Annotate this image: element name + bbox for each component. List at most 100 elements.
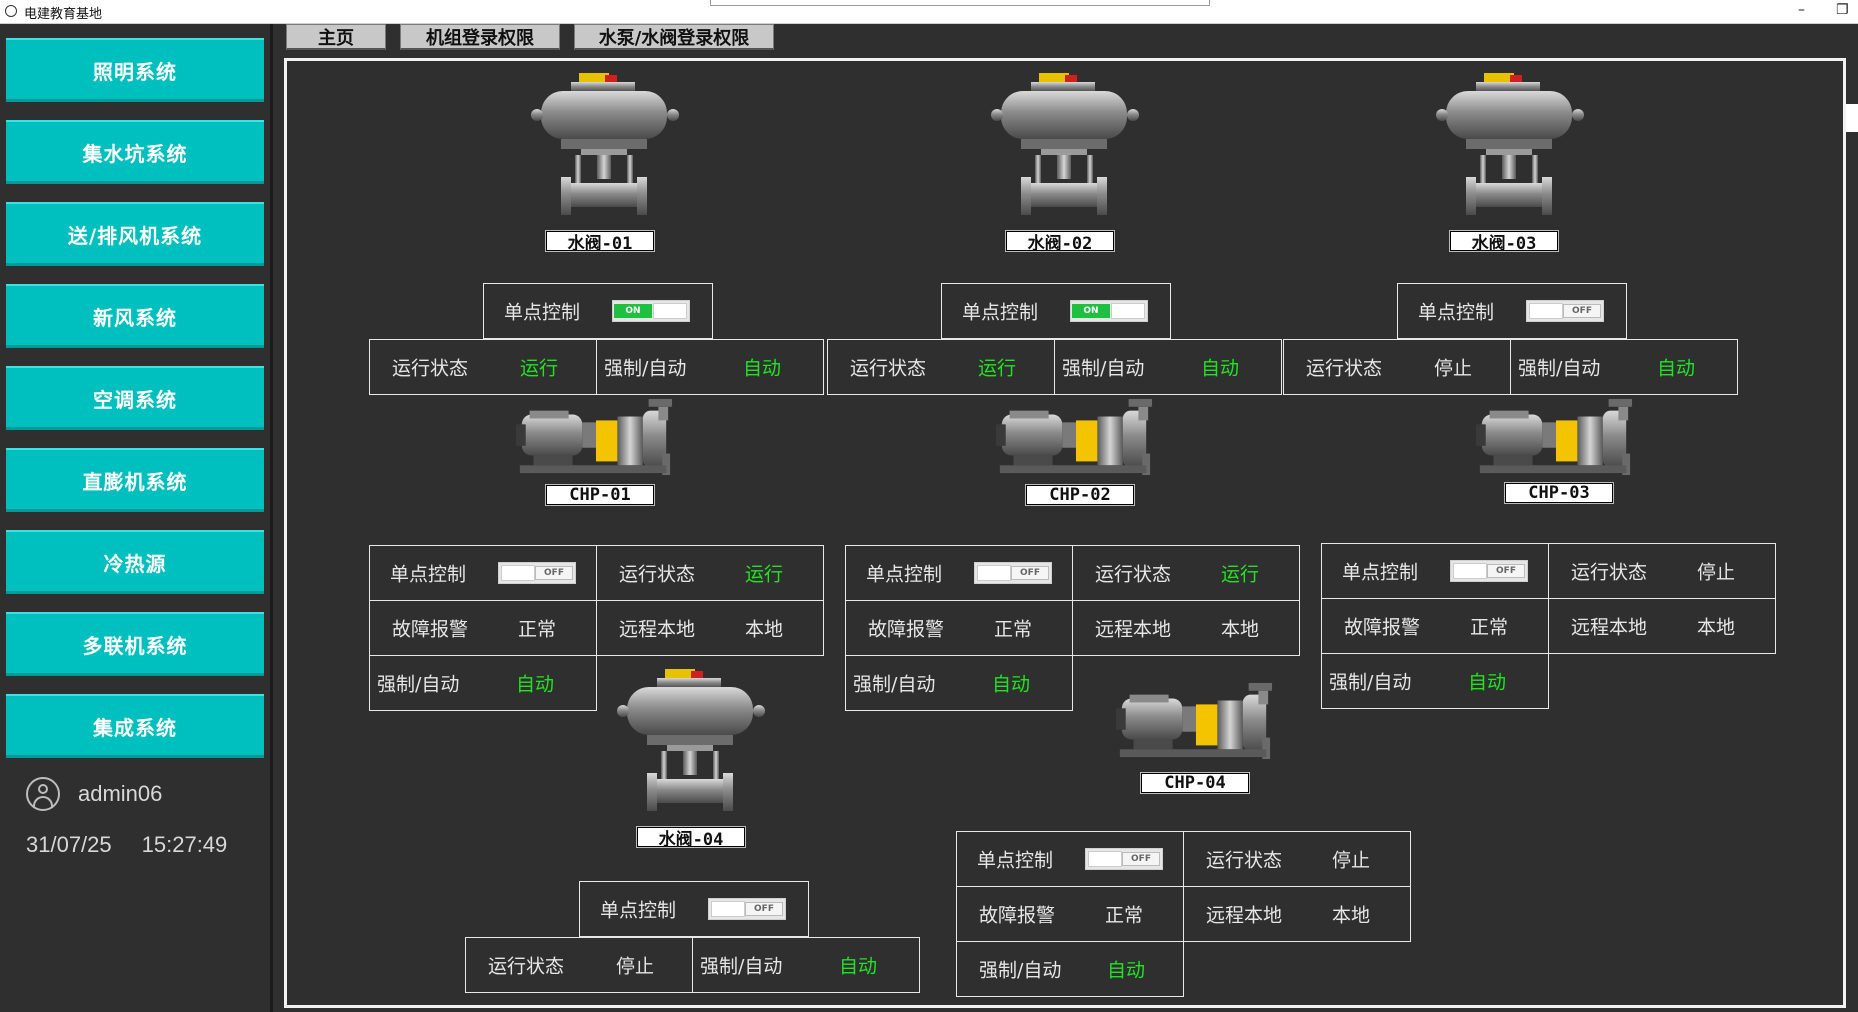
force-auto-label: 强制/自动 [700,955,783,978]
date-text: 31/07/25 [26,832,112,857]
run-status-label: 运行状态 [1206,849,1283,872]
valve-02-force-value: 自动 [1201,357,1240,380]
pump-02-icon [995,398,1153,476]
valve-03-label: 水阀-03 [1450,231,1558,254]
sidebar-item-ventilation[interactable]: 送/排风机系统 [6,202,264,266]
pump-01-force-value: 自动 [516,673,555,696]
pump-04-run-status: 运行状态 停止 [1183,831,1411,887]
valve-02-force-auto: 强制/自动 自动 [1054,339,1282,395]
single-control-label: 单点控制 [866,563,943,586]
pump-04-label: CHP-04 [1141,773,1249,793]
sidebar-item-vrf[interactable]: 多联机系统 [6,612,264,676]
valve-03-run-status: 运行状态 停止 [1283,339,1511,395]
pump-01-fault-value: 正常 [518,618,557,641]
restore-button[interactable]: ❐ [1836,2,1849,18]
run-status-label: 运行状态 [1306,357,1383,380]
single-control-label: 单点控制 [1342,561,1419,584]
remote-local-label: 远程本地 [619,618,696,641]
valve-01-icon [531,73,679,215]
time-text: 15:27:49 [141,832,228,857]
valve-03-toggle[interactable]: OFF [1526,300,1604,322]
valve-01-toggle[interactable]: ON [612,300,690,322]
minimize-button[interactable]: – [1798,2,1805,18]
valve-04-single-control: 单点控制 OFF [579,881,809,937]
pump-02-single-control: 单点控制 OFF [845,545,1073,601]
valve-01-run-status: 运行状态 运行 [369,339,597,395]
valve-01-force-value: 自动 [743,357,782,380]
single-control-label: 单点控制 [390,563,467,586]
valve-02-run-status: 运行状态 运行 [827,339,1055,395]
pump-04-icon [1115,682,1273,760]
run-status-label: 运行状态 [619,563,696,586]
pump-02-remote-local: 远程本地 本地 [1072,600,1300,656]
pump-03-label: CHP-03 [1505,483,1613,503]
sidebar-item-integration[interactable]: 集成系统 [6,694,264,758]
sidebar-item-fresh-air[interactable]: 新风系统 [6,284,264,348]
pump-04-force-value: 自动 [1107,959,1146,982]
pump-04-fault: 故障报警 正常 [956,886,1184,942]
sidebar: 照明系统 集水坑系统 送/排风机系统 新风系统 空调系统 直膨机系统 冷热源 多… [0,24,273,1012]
run-status-label: 运行状态 [392,357,469,380]
pump-02-run-value: 运行 [1221,563,1260,586]
pump-03-fault-value: 正常 [1470,616,1509,639]
pump-01-single-control: 单点控制 OFF [369,545,597,601]
force-auto-label: 强制/自动 [853,673,936,696]
remote-local-label: 远程本地 [1571,616,1648,639]
pump-03-run-status: 运行状态 停止 [1548,543,1776,599]
pump-01-toggle[interactable]: OFF [498,562,576,584]
single-control-label: 单点控制 [977,849,1054,872]
sidebar-item-lighting[interactable]: 照明系统 [6,38,264,102]
tab-home[interactable]: 主页 [286,24,386,50]
valve-03-icon [1436,73,1584,215]
remote-local-label: 远程本地 [1095,618,1172,641]
pump-02-remote-value: 本地 [1221,618,1260,641]
pump-03-toggle[interactable]: OFF [1450,560,1528,582]
window-title: 电建教育基地 [24,7,103,22]
valve-04-force-auto: 强制/自动 自动 [692,937,920,993]
fault-label: 故障报警 [392,618,469,641]
valve-01-run-value: 运行 [520,357,559,380]
pump-02-toggle[interactable]: OFF [974,562,1052,584]
force-auto-label: 强制/自动 [1329,671,1412,694]
sidebar-item-dx-unit[interactable]: 直膨机系统 [6,448,264,512]
single-control-label: 单点控制 [600,899,677,922]
force-auto-label: 强制/自动 [377,673,460,696]
valve-02-icon [991,73,1139,215]
valve-02-run-value: 运行 [978,357,1017,380]
sidebar-item-sump[interactable]: 集水坑系统 [6,120,264,184]
force-auto-label: 强制/自动 [1518,357,1601,380]
valve-02-toggle[interactable]: ON [1070,300,1148,322]
pump-04-toggle[interactable]: OFF [1085,848,1163,870]
valve-02-single-control: 单点控制 ON [941,283,1171,339]
force-auto-label: 强制/自动 [1062,357,1145,380]
valve-02-label: 水阀-02 [1006,231,1114,254]
pump-01-remote-value: 本地 [745,618,784,641]
force-auto-label: 强制/自动 [979,959,1062,982]
pump-04-fault-value: 正常 [1105,904,1144,927]
fault-label: 故障报警 [979,904,1056,927]
valve-03-run-value: 停止 [1434,357,1473,380]
tab-unit-login[interactable]: 机组登录权限 [400,24,560,50]
run-status-label: 运行状态 [850,357,927,380]
user-icon [26,777,60,811]
valve-01-single-control: 单点控制 ON [483,283,713,339]
valve-04-toggle[interactable]: OFF [708,898,786,920]
run-status-label: 运行状态 [1571,561,1648,584]
sidebar-item-cold-heat[interactable]: 冷热源 [6,530,264,594]
pump-01-run-status: 运行状态 运行 [596,545,824,601]
control-panel: 水阀-01 水阀-02 水阀-03 单点控制 ON 运行状态 运行 强制/自动 … [284,58,1846,1008]
pump-03-icon [1475,398,1633,476]
run-status-label: 运行状态 [488,955,565,978]
sidebar-item-air-con[interactable]: 空调系统 [6,366,264,430]
pump-02-fault: 故障报警 正常 [845,600,1073,656]
tab-pump-valve-login[interactable]: 水泵/水阀登录权限 [574,24,774,50]
pump-03-run-value: 停止 [1697,561,1736,584]
valve-04-run-value: 停止 [616,955,655,978]
pump-02-fault-value: 正常 [994,618,1033,641]
pump-01-run-value: 运行 [745,563,784,586]
single-control-label: 单点控制 [504,301,581,324]
pump-03-single-control: 单点控制 OFF [1321,543,1549,599]
valve-01-label: 水阀-01 [546,231,654,254]
pump-02-force-auto: 强制/自动 自动 [845,655,1073,711]
force-auto-label: 强制/自动 [604,357,687,380]
